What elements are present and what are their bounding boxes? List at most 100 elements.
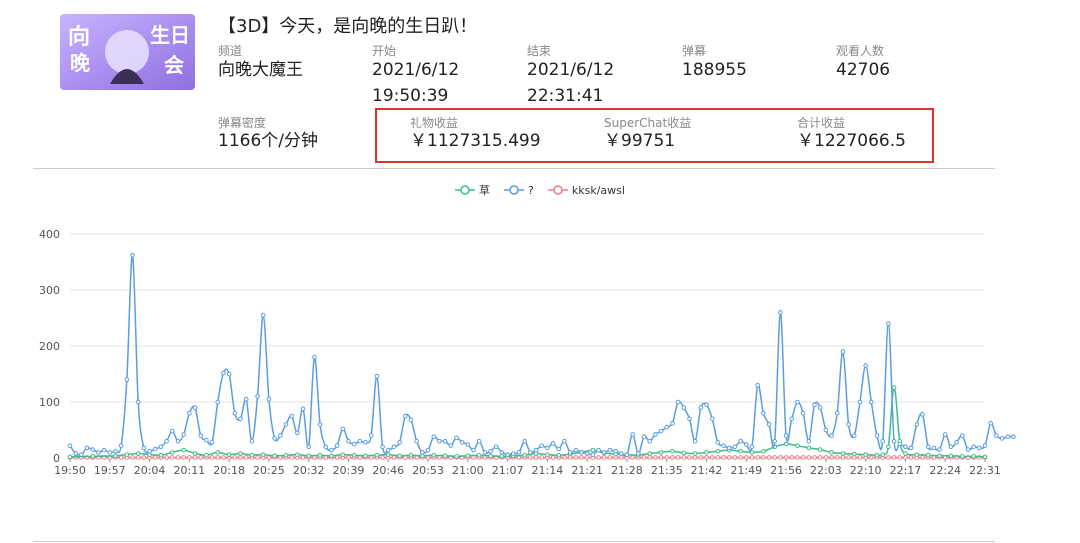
data-point-cao xyxy=(340,452,346,457)
data-point-kksk xyxy=(738,455,743,460)
data-point-q xyxy=(567,450,573,455)
data-point-q xyxy=(397,440,402,445)
data-point-q xyxy=(738,438,743,444)
data-point-cao xyxy=(840,451,846,456)
data-point-q xyxy=(863,363,868,368)
data-point-q xyxy=(306,444,311,450)
data-point-q xyxy=(698,405,704,410)
x-tick-label: 22:17 xyxy=(890,464,922,477)
data-point-kksk xyxy=(857,455,863,460)
data-point-cao xyxy=(681,450,687,456)
data-point-kksk xyxy=(141,455,147,460)
data-point-q xyxy=(135,399,141,405)
data-point-q xyxy=(834,410,840,416)
data-point-kksk xyxy=(618,455,624,460)
data-point-kksk xyxy=(289,455,294,460)
data-point-kksk xyxy=(755,455,760,460)
data-point-cao xyxy=(914,452,920,457)
x-tick-label: 20:53 xyxy=(412,464,444,477)
data-point-q xyxy=(414,438,419,444)
data-point-cao xyxy=(454,454,459,459)
data-point-kksk xyxy=(579,455,584,460)
data-point-q xyxy=(954,440,959,445)
data-point-kksk xyxy=(675,455,681,460)
data-point-q xyxy=(471,447,476,453)
data-point-cao xyxy=(181,447,186,453)
data-point-cao xyxy=(971,454,976,459)
y-tick-label: 400 xyxy=(39,228,60,241)
svg-text:向: 向 xyxy=(68,24,90,50)
data-point-q xyxy=(1011,434,1016,440)
legend-item-q[interactable]: ? xyxy=(504,182,534,198)
data-point-q xyxy=(505,452,510,457)
data-point-cao xyxy=(590,447,596,453)
data-point-q xyxy=(459,440,465,445)
data-point-q xyxy=(118,443,124,448)
start-date: 2021/6/12 xyxy=(372,60,460,80)
data-point-q xyxy=(209,440,215,445)
data-point-q xyxy=(579,450,584,455)
data-point-q xyxy=(687,416,692,422)
data-point-cao xyxy=(658,450,664,455)
data-point-q xyxy=(664,424,670,430)
data-point-q xyxy=(67,443,73,448)
x-tick-label: 19:57 xyxy=(94,464,126,477)
data-point-q xyxy=(84,445,90,451)
legend-cao-marker xyxy=(455,185,476,195)
data-point-q xyxy=(670,420,675,426)
data-point-cao xyxy=(863,452,868,457)
stream-title: 【3D】今天，是向晚的生日趴！ xyxy=(218,16,478,37)
data-point-q xyxy=(385,447,391,453)
data-point-q xyxy=(982,443,988,448)
data-point-cao xyxy=(90,454,96,459)
data-point-q xyxy=(931,445,937,451)
x-tick-label: 21:28 xyxy=(611,464,643,477)
data-point-cao xyxy=(874,452,880,458)
data-point-q xyxy=(636,451,641,456)
data-point-cao xyxy=(959,454,965,459)
legend-item-cao[interactable]: 草 xyxy=(455,182,490,198)
data-point-q xyxy=(897,441,903,447)
data-point-q xyxy=(221,370,226,376)
data-point-kksk xyxy=(164,455,169,460)
data-point-q xyxy=(277,433,283,438)
data-point-kksk xyxy=(806,455,812,460)
data-point-kksk xyxy=(886,455,891,460)
danmaku-line-chart: 010020030040019:50 19:57 20:04 20:11 20:18 20… xyxy=(39,228,1016,477)
channel-value[interactable]: 向晚大魔王 xyxy=(218,57,303,83)
data-point-cao xyxy=(647,451,652,456)
data-point-q xyxy=(675,399,681,405)
data-point-cao xyxy=(488,453,493,459)
data-point-q xyxy=(493,444,499,450)
data-point-q xyxy=(465,442,471,447)
data-point-kksk xyxy=(630,455,635,460)
data-point-cao xyxy=(408,452,414,458)
data-point-q xyxy=(516,450,522,455)
data-point-cao xyxy=(351,452,357,458)
data-point-q xyxy=(829,433,834,438)
data-point-q xyxy=(243,396,249,402)
data-point-kksk xyxy=(812,455,817,460)
data-point-kksk xyxy=(181,455,186,460)
data-point-kksk xyxy=(766,455,772,460)
data-point-q xyxy=(744,442,749,447)
data-point-q xyxy=(999,436,1005,441)
data-point-cao xyxy=(363,453,368,459)
data-point-kksk xyxy=(778,455,783,460)
data-point-q xyxy=(653,432,658,437)
data-point-kksk xyxy=(215,455,221,460)
data-point-q xyxy=(192,405,198,410)
data-point-q xyxy=(869,399,874,405)
data-point-kksk xyxy=(817,455,823,460)
data-point-q xyxy=(249,438,255,444)
data-point-kksk xyxy=(823,455,829,460)
data-point-cao xyxy=(329,453,334,459)
data-point-q xyxy=(312,354,317,360)
legend-item-kksk[interactable]: kksk/awsl xyxy=(547,182,625,198)
data-point-q xyxy=(340,426,346,432)
data-point-q xyxy=(840,349,846,354)
data-point-cao xyxy=(306,453,311,459)
data-point-q xyxy=(925,444,931,450)
data-point-q xyxy=(795,399,800,405)
data-point-q xyxy=(607,447,613,453)
